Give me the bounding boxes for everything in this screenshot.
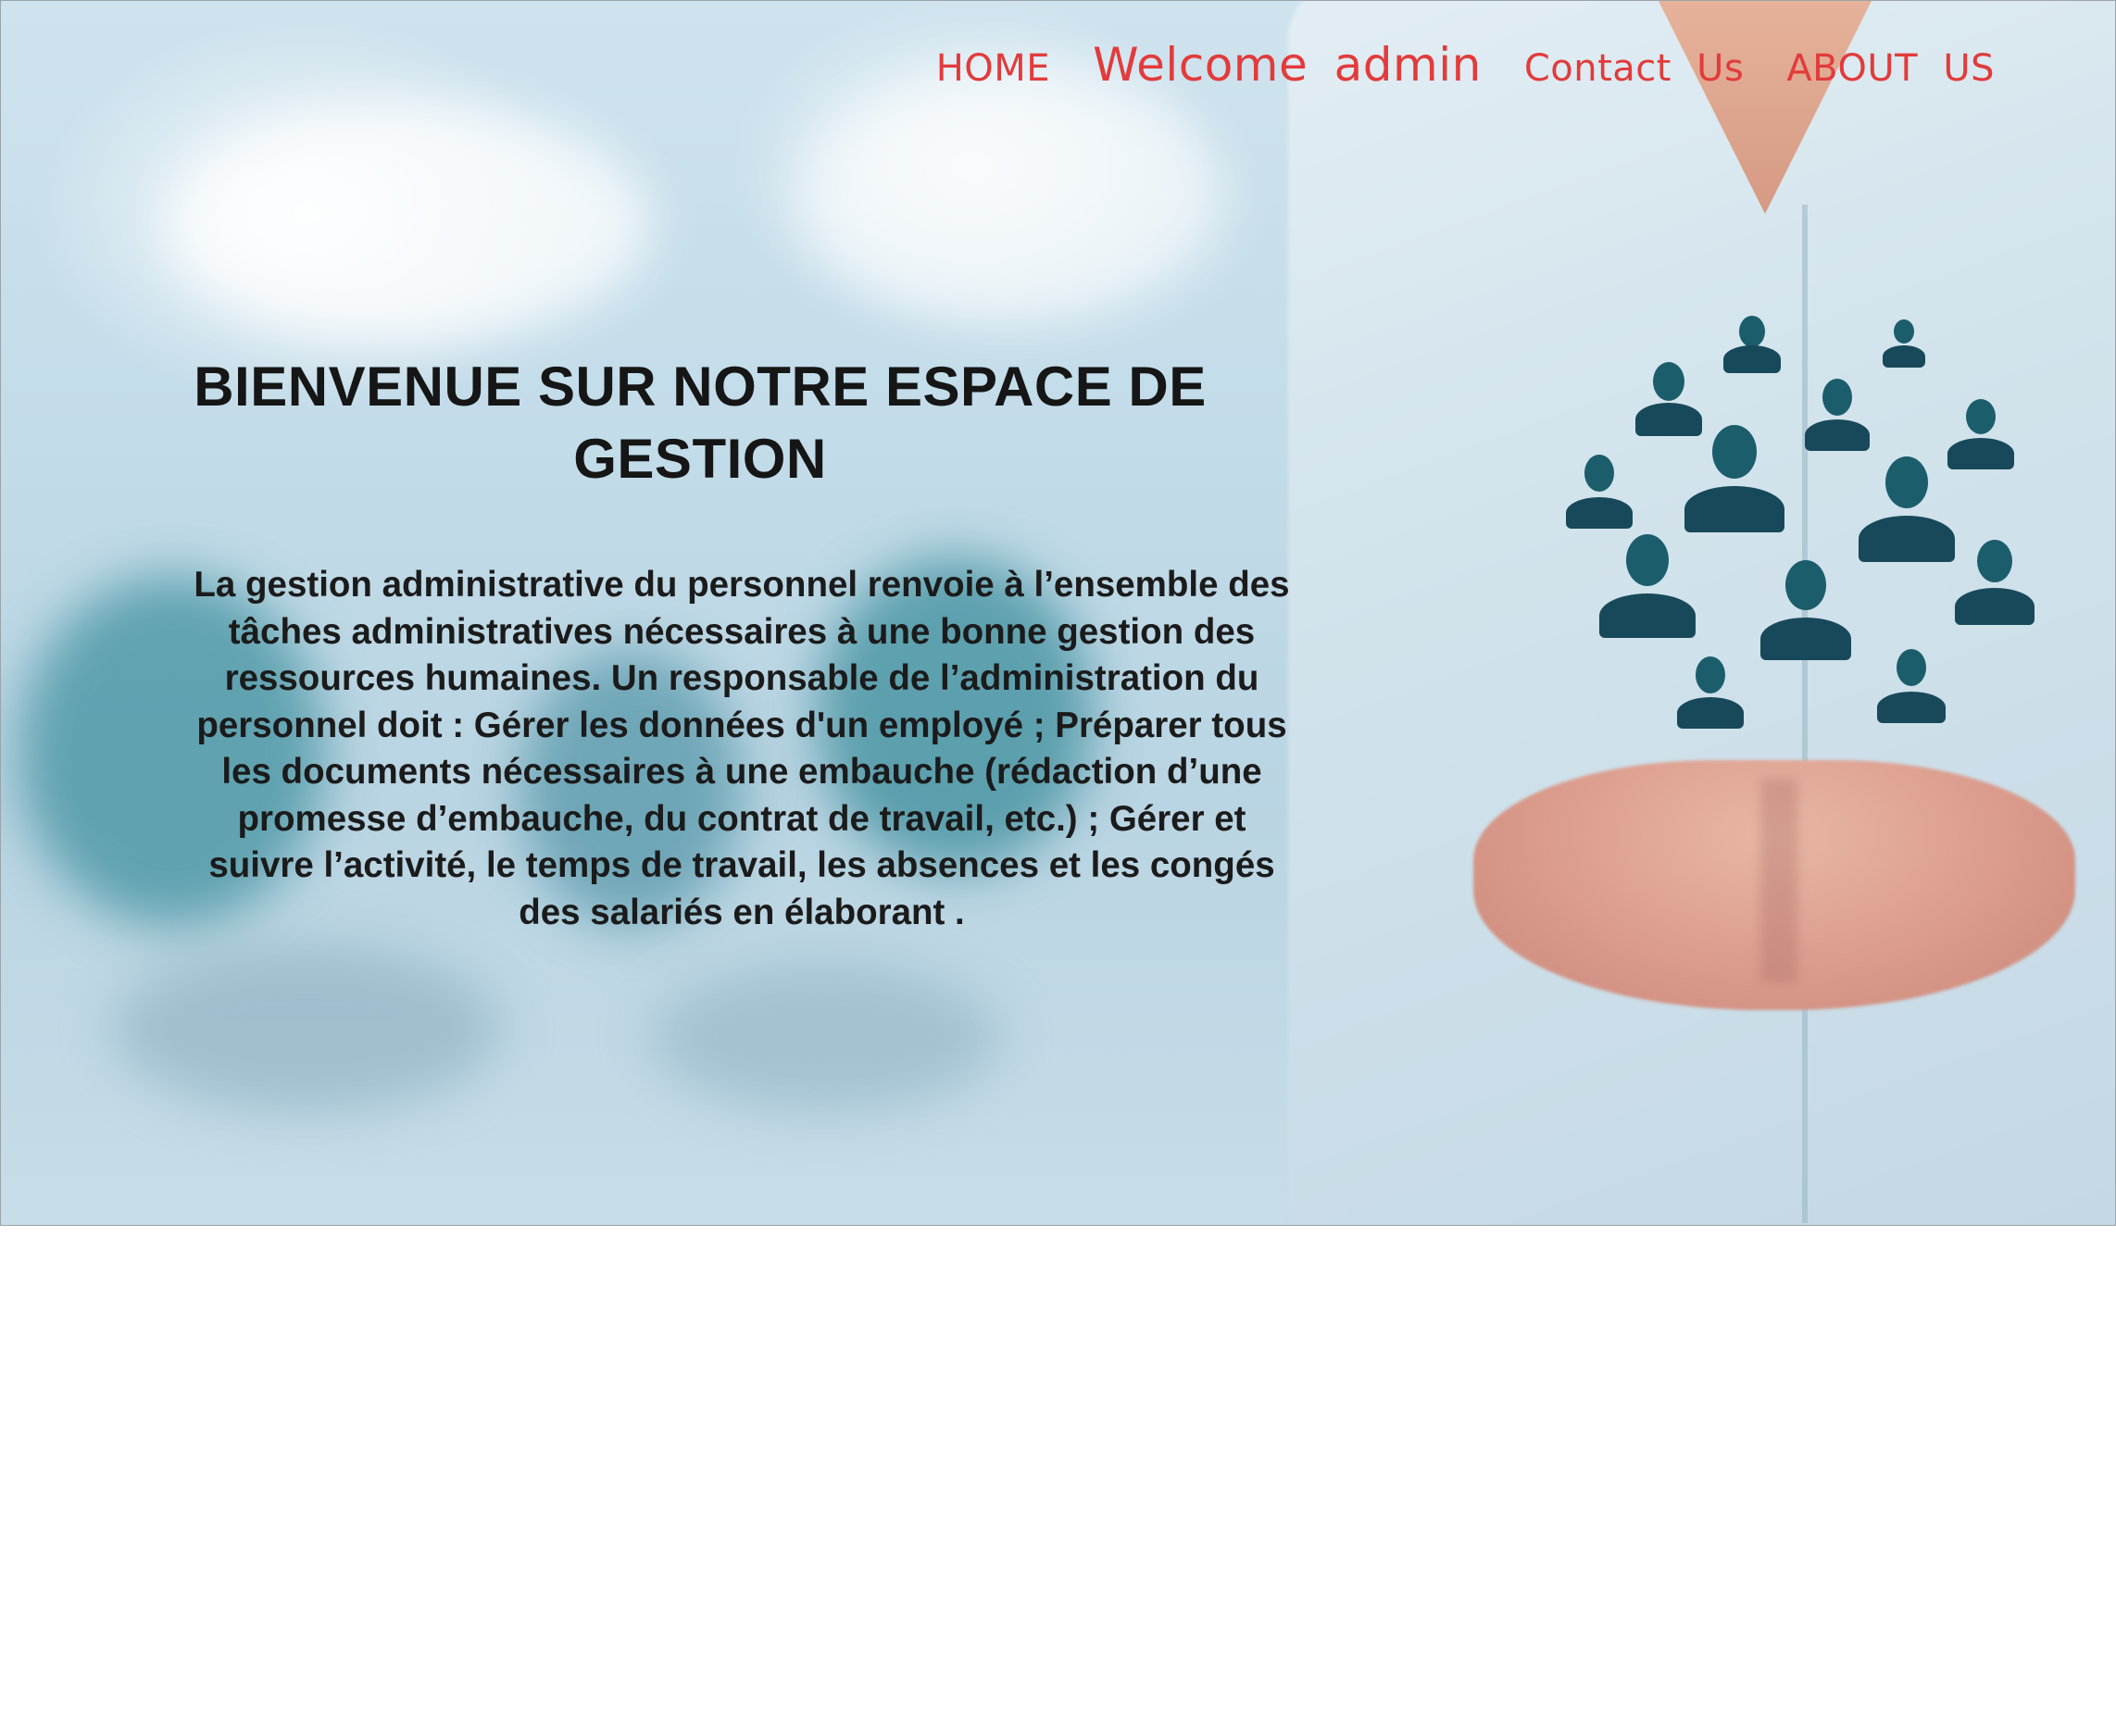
person-icon <box>1947 399 2014 469</box>
person-icon <box>1760 560 1851 660</box>
person-icon <box>1684 425 1784 532</box>
person-icon <box>1723 316 1781 373</box>
background-floor <box>649 964 1001 1112</box>
person-icon <box>1955 540 2035 625</box>
person-icon <box>1599 534 1696 638</box>
page-title: BIENVENUE SUR NOTRE ESPACE DE GESTION <box>194 356 1207 490</box>
nav-about-link[interactable]: ABOUT US <box>1786 47 1995 90</box>
hero-banner: HOME Welcome admin Contact Us ABOUT US B… <box>0 0 2116 1226</box>
person-icon <box>1859 456 1955 562</box>
background-hands-gap <box>1760 779 1797 982</box>
nav-contact-link[interactable]: Contact Us <box>1524 47 1744 90</box>
nav-home-link[interactable]: HOME <box>936 47 1050 90</box>
people-network-icon <box>1538 297 2057 742</box>
background-floor <box>112 945 501 1112</box>
top-navigation: HOME Welcome admin Contact Us ABOUT US <box>936 38 1995 92</box>
person-icon <box>1877 649 1946 723</box>
person-icon <box>1883 319 1925 368</box>
background-light <box>797 66 1223 325</box>
person-icon <box>1566 455 1633 529</box>
background-light <box>168 103 649 343</box>
person-icon <box>1677 656 1744 729</box>
person-icon <box>1805 379 1870 451</box>
welcome-user-text: Welcome admin <box>1093 38 1482 92</box>
intro-paragraph: La gestion administrative du personnel r… <box>194 565 1290 932</box>
